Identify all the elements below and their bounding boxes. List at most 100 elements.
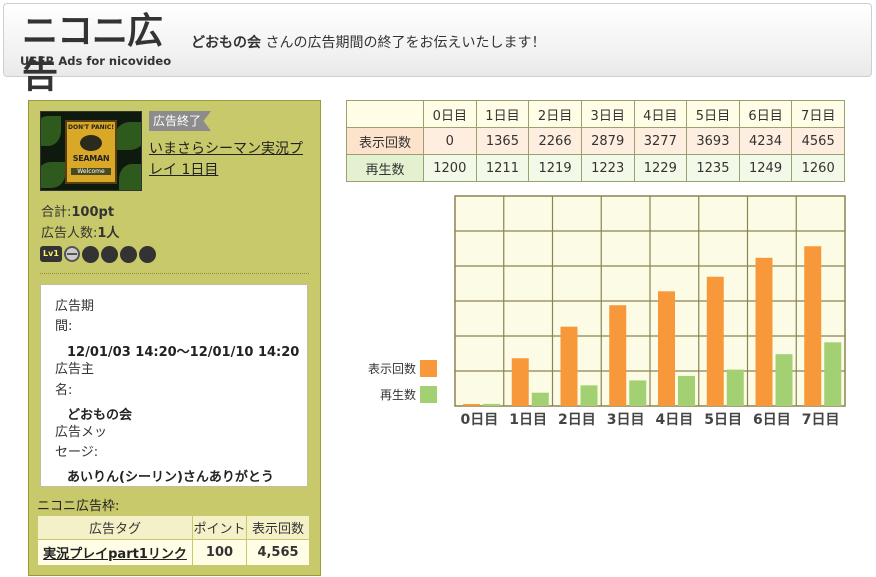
- divider: [40, 273, 309, 274]
- sponsor-value: どおもの会: [67, 408, 133, 423]
- impressions-row: 表示回数 0 1365 2266 2879 3277 3693 4234 456…: [346, 127, 845, 155]
- message-label-cont: セージ:: [55, 445, 99, 460]
- impressions-cell: 2879: [580, 127, 635, 155]
- x-tick-label: 4日目: [656, 412, 694, 428]
- table-row: 実況プレイpart1リンク 100 4,565: [37, 539, 310, 566]
- legend-swatch-orange: [420, 360, 438, 377]
- day-header: 7日目: [791, 100, 845, 128]
- bar-plays: [483, 403, 500, 406]
- impressions-cell: 4565: [791, 127, 845, 155]
- col-header-impressions: 表示回数: [246, 515, 310, 540]
- x-tick-label: 6日目: [753, 412, 791, 428]
- bar-impressions: [706, 276, 724, 406]
- total-points: 合計:100pt: [41, 201, 114, 220]
- period-label-cont: 間:: [55, 319, 73, 334]
- ad-ended-tag: 広告終了: [149, 111, 211, 131]
- legend-label: 再生数: [380, 388, 417, 402]
- day-header: 3日目: [580, 100, 635, 128]
- ad-tag-link[interactable]: 実況プレイpart1リンク: [43, 547, 187, 562]
- level-icon: Lv1: [40, 246, 62, 262]
- x-tick-label: 2日目: [558, 412, 596, 428]
- corner-cell: [346, 100, 424, 128]
- message-text: さんの広告期間の終了をお伝えいたします！: [265, 35, 546, 51]
- level-dot-icon: [120, 245, 137, 263]
- daily-bar-chart: 0日目 1日目 2日目 3日目 4日目 5日目 6日目 7日目: [454, 195, 846, 428]
- col-header-points: ポイント: [192, 515, 247, 540]
- level-dot-icon: [82, 245, 99, 263]
- logo-subtitle: USER Ads for nicovideo: [20, 54, 172, 68]
- people-label: 広告人数:: [41, 226, 98, 241]
- level-dot-icon: [101, 245, 118, 263]
- impressions-cell: 3693: [686, 127, 740, 155]
- plays-cell: 1260: [791, 154, 845, 182]
- total-value: 100pt: [71, 205, 115, 220]
- bar-impressions: [609, 305, 627, 406]
- ad-frame-table: 広告タグ ポイント 表示回数 実況プレイpart1リンク 100 4,565: [37, 515, 310, 566]
- video-thumbnail[interactable]: DON'T PANIC! SEAMAN Welcome: [40, 111, 142, 191]
- header-banner: ニコニ広告 USER Ads for nicovideo どおもの会 さんの広告…: [3, 3, 872, 96]
- bar-impressions: [511, 358, 529, 406]
- legend-plays: 再生数: [380, 386, 438, 403]
- ad-info-panel: DON'T PANIC! SEAMAN Welcome 広告終了 いまさらシーマ…: [28, 100, 321, 576]
- video-title-link[interactable]: いまさらシーマン実況プレイ 1日目: [149, 139, 314, 181]
- plays-cell: 1249: [738, 154, 793, 182]
- impressions-cell: 4,565: [246, 539, 310, 566]
- x-tick-label: 5日目: [704, 412, 742, 428]
- ad-people-count: 広告人数:1人: [41, 222, 119, 241]
- sponsor-label: 広告主: [55, 362, 95, 377]
- day-header: 0日目: [423, 100, 477, 128]
- level-dot-icon: [139, 245, 156, 263]
- bar-plays: [824, 342, 842, 406]
- total-label: 合計:: [41, 205, 72, 220]
- x-tick-label: 1日目: [509, 412, 547, 428]
- impressions-row-header: 表示回数: [346, 127, 424, 155]
- thumb-text-1: DON'T PANIC!: [67, 124, 114, 131]
- impressions-cell: 4234: [738, 127, 793, 155]
- bar-impressions: [463, 404, 480, 406]
- day-header: 2日目: [528, 100, 582, 128]
- x-tick-label: 0日目: [461, 412, 499, 428]
- bar-plays: [775, 354, 793, 406]
- plays-cell: 1200: [423, 154, 477, 182]
- x-tick-label: 3日目: [607, 412, 645, 428]
- x-tick-label: 7日目: [802, 412, 840, 428]
- ad-details-box: 広告期 間: 12/01/03 14:20～12/01/10 14:20 広告主…: [40, 284, 308, 487]
- legend-label: 表示回数: [368, 362, 417, 376]
- legend-swatch-green: [420, 386, 438, 403]
- frog-icon: [80, 135, 102, 151]
- seaman-sign: DON'T PANIC! SEAMAN Welcome: [65, 120, 117, 184]
- day-header: 4日目: [633, 100, 688, 128]
- bar-plays: [678, 375, 695, 406]
- plays-cell: 1229: [633, 154, 688, 182]
- thumb-text-2: SEAMAN: [72, 154, 110, 163]
- message-label: 広告メッ: [55, 425, 108, 440]
- ad-message-value: あいりん(シーリン)さんありがとう: [67, 470, 274, 485]
- impressions-cell: 2266: [528, 127, 582, 155]
- bar-impressions: [560, 326, 578, 406]
- period-value: 12/01/03 14:20～12/01/10 14:20: [67, 345, 300, 360]
- plays-cell: 1235: [686, 154, 740, 182]
- bar-plays: [726, 369, 744, 406]
- plays-cell: 1211: [475, 154, 530, 182]
- bar-impressions: [804, 246, 822, 406]
- level-badge-row: Lv1: [40, 245, 156, 263]
- bar-plays: [531, 392, 549, 406]
- prohibited-icon: [64, 246, 80, 262]
- impressions-cell: 1365: [475, 127, 530, 155]
- people-value: 1人: [97, 226, 120, 241]
- col-header-tag: 広告タグ: [37, 515, 193, 540]
- sponsor-label-cont: 名:: [55, 383, 73, 398]
- bar-impressions: [658, 291, 675, 406]
- plays-cell: 1219: [528, 154, 582, 182]
- niconi-ad-logo[interactable]: ニコニ広告 USER Ads for nicovideo: [20, 10, 172, 96]
- bar-impressions: [755, 257, 773, 406]
- day-header: 1日目: [475, 100, 530, 128]
- plays-row: 再生数 1200 1211 1219 1223 1229 1235 1249 1…: [346, 154, 845, 182]
- day-header: 5日目: [686, 100, 740, 128]
- daily-stats-table: 0日目 1日目 2日目 3日目 4日目 5日目 6日目 7日目 表示回数 0 1…: [346, 100, 845, 182]
- ad-frame-title: ニコニ広告枠:: [37, 499, 120, 514]
- ad-tag-cell: 実況プレイpart1リンク: [37, 539, 193, 566]
- impressions-cell: 0: [423, 127, 477, 155]
- points-cell: 100: [192, 539, 247, 566]
- plays-row-header: 再生数: [346, 154, 424, 182]
